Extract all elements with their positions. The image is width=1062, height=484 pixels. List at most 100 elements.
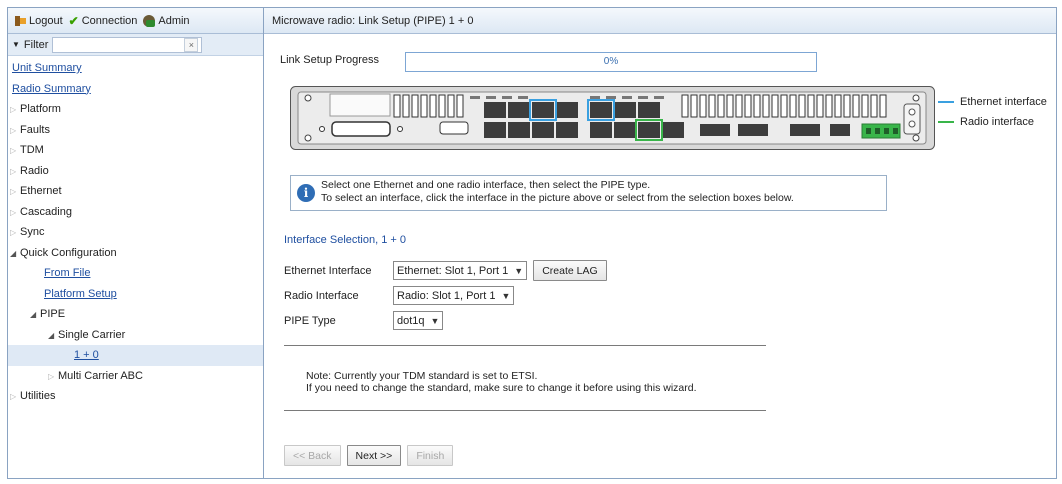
- nav-label: Radio: [20, 164, 49, 177]
- nav-item-platform[interactable]: ▷ Platform: [8, 99, 263, 120]
- top-toolbar: Logout ✔ Connection Admin: [8, 8, 263, 34]
- chevron-down-icon: ▼: [430, 315, 440, 326]
- legend-radio: Radio interface: [938, 112, 1047, 132]
- nav-item-platform-setup[interactable]: Platform Setup: [8, 284, 263, 305]
- legend-label: Radio interface: [960, 116, 1034, 128]
- next-button[interactable]: Next >>: [346, 445, 402, 466]
- ethernet-interface-select[interactable]: Ethernet: Slot 1, Port 1 ▼: [393, 261, 528, 280]
- left-panel: Logout ✔ Connection Admin ▼ Filter × Uni…: [8, 8, 264, 478]
- nav-label: Ethernet: [20, 185, 62, 197]
- radio-interface-select[interactable]: Radio: Slot 1, Port 1 ▼: [393, 286, 515, 305]
- progress-text: 0%: [603, 56, 619, 67]
- nav-label: Radio Summary: [12, 82, 91, 95]
- nav-item-faults[interactable]: ▷ Faults: [8, 120, 263, 141]
- ethernet-interface-label: Ethernet Interface: [284, 264, 372, 277]
- device-faceplate-image[interactable]: [290, 86, 935, 150]
- progress-label: Link Setup Progress: [280, 54, 380, 66]
- nav-item-utilities[interactable]: ▷ Utilities: [8, 386, 263, 407]
- tdm-note: Note: Currently your TDM standard is set…: [306, 370, 697, 394]
- pipe-type-label: PIPE Type: [284, 314, 336, 327]
- collapse-arrow-icon[interactable]: ◢: [10, 244, 20, 265]
- create-lag-button[interactable]: Create LAG: [533, 260, 607, 281]
- nav-item-1-plus-0[interactable]: 1 + 0: [8, 345, 263, 366]
- pipe-type-select[interactable]: dot1q ▼: [393, 311, 444, 330]
- info-line-1: Select one Ethernet and one radio interf…: [321, 179, 651, 191]
- filter-input[interactable]: [52, 36, 203, 53]
- admin-icon: [143, 14, 156, 27]
- expand-arrow-icon[interactable]: ▷: [10, 223, 20, 244]
- connection-link[interactable]: ✔ Connection: [69, 14, 138, 28]
- expand-arrow-icon[interactable]: ▷: [10, 162, 20, 183]
- link-setup-progress-bar: 0%: [405, 52, 817, 72]
- admin-link[interactable]: Admin: [143, 14, 190, 27]
- nav-label: Utilities: [20, 390, 56, 402]
- nav-label: Platform Setup: [44, 287, 117, 300]
- nav-item-unit-summary[interactable]: Unit Summary: [8, 58, 263, 79]
- nav-label: Cascading: [20, 205, 72, 218]
- nav-item-ethernet[interactable]: ▷ Ethernet: [8, 181, 263, 202]
- expand-arrow-icon[interactable]: ▷: [48, 367, 58, 388]
- clear-filter-icon[interactable]: ×: [184, 37, 199, 52]
- select-value: Ethernet: Slot 1, Port 1: [397, 264, 509, 277]
- filter-toggle-icon[interactable]: ▼: [12, 40, 20, 49]
- radio-interface-row: Radio Interface Radio: Slot 1, Port 1 ▼: [284, 286, 515, 305]
- ethernet-swatch: [938, 101, 954, 103]
- expand-arrow-icon[interactable]: ▷: [10, 121, 20, 142]
- admin-label: Admin: [158, 14, 190, 27]
- nav-label: Single Carrier: [58, 328, 126, 341]
- info-box: i Select one Ethernet and one radio inte…: [290, 175, 887, 211]
- expand-arrow-icon[interactable]: ▷: [10, 203, 20, 224]
- nav-label: 1 + 0: [74, 349, 99, 361]
- note-line-1: Note: Currently your TDM standard is set…: [306, 370, 538, 382]
- nav-item-quick-configuration[interactable]: ◢ Quick Configuration: [8, 243, 263, 264]
- note-line-2: If you need to change the standard, make…: [306, 382, 697, 394]
- nav-label: From File: [44, 267, 91, 279]
- nav-label: Platform: [20, 103, 61, 115]
- expand-arrow-icon[interactable]: ▷: [10, 100, 20, 121]
- connection-label: Connection: [81, 14, 138, 27]
- expand-arrow-icon[interactable]: ▷: [10, 387, 20, 408]
- divider: [284, 345, 766, 346]
- divider: [284, 410, 766, 411]
- select-value: dot1q: [397, 314, 425, 327]
- nav-label: Faults: [20, 123, 50, 136]
- nav-label: Sync: [20, 226, 45, 238]
- nav-item-multi-carrier-abc[interactable]: ▷ Multi Carrier ABC: [8, 366, 263, 387]
- legend-ethernet: Ethernet interface: [938, 92, 1047, 112]
- logout-label: Logout: [29, 14, 63, 27]
- info-icon: i: [297, 184, 315, 202]
- nav-item-single-carrier[interactable]: ◢ Single Carrier: [8, 325, 263, 346]
- collapse-arrow-icon[interactable]: ◢: [30, 305, 40, 326]
- chevron-down-icon: ▼: [501, 290, 511, 301]
- collapse-arrow-icon[interactable]: ◢: [48, 326, 58, 347]
- ethernet-interface-row: Ethernet Interface Ethernet: Slot 1, Por…: [284, 260, 607, 281]
- nav-item-radio[interactable]: ▷ Radio: [8, 161, 263, 182]
- expand-arrow-icon[interactable]: ▷: [10, 182, 20, 203]
- nav-item-from-file[interactable]: From File: [8, 263, 263, 284]
- expand-arrow-icon[interactable]: ▷: [10, 141, 20, 162]
- nav-label: PIPE: [40, 308, 66, 320]
- finish-button[interactable]: Finish: [407, 445, 454, 466]
- check-icon: ✔: [68, 13, 79, 28]
- nav-label: TDM: [20, 144, 44, 156]
- nav-item-cascading[interactable]: ▷ Cascading: [8, 202, 263, 223]
- nav-item-sync[interactable]: ▷ Sync: [8, 222, 263, 243]
- legend-label: Ethernet interface: [960, 96, 1047, 108]
- nav-label: Multi Carrier ABC: [58, 369, 143, 382]
- nav-tree: Unit Summary Radio Summary ▷ Platform ▷ Fa…: [8, 56, 263, 407]
- nav-item-tdm[interactable]: ▷ TDM: [8, 140, 263, 161]
- wizard-buttons: << Back Next >> Finish: [284, 445, 454, 466]
- page-title: Microwave radio: Link Setup (PIPE) 1 + 0: [264, 8, 1056, 34]
- nav-item-pipe[interactable]: ◢ PIPE: [8, 304, 263, 325]
- info-line-2: To select an interface, click the interf…: [321, 192, 794, 204]
- main-panel: Microwave radio: Link Setup (PIPE) 1 + 0…: [264, 8, 1056, 478]
- nav-label: Quick Configuration: [20, 246, 117, 259]
- nav-label: Unit Summary: [12, 62, 82, 74]
- logout-icon: [14, 15, 26, 27]
- logout-link[interactable]: Logout: [14, 15, 63, 27]
- radio-interface-label: Radio Interface: [284, 289, 359, 302]
- nav-item-radio-summary[interactable]: Radio Summary: [8, 79, 263, 100]
- back-button[interactable]: << Back: [284, 445, 341, 466]
- app-frame: Logout ✔ Connection Admin ▼ Filter × Uni…: [7, 7, 1057, 479]
- radio-swatch: [938, 121, 954, 123]
